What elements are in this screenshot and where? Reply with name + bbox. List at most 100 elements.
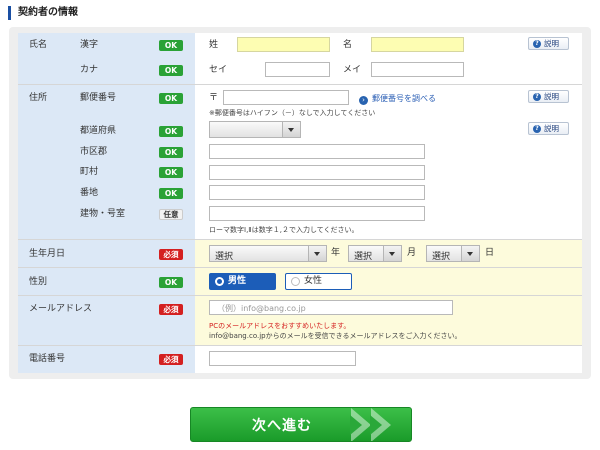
postal-status-badge: OK bbox=[159, 93, 183, 104]
kana-label: カナ bbox=[80, 65, 99, 75]
banchi-label: 番地 bbox=[80, 188, 99, 198]
section-title: 契約者の情報 bbox=[8, 6, 78, 20]
phone-input-cell bbox=[195, 346, 582, 373]
gender-status-badge: OK bbox=[159, 277, 183, 288]
row-address: 住所 郵便番号 OK 都道府県 OK 市区郡 OK 町村 OK 番地 OK 建物… bbox=[18, 85, 582, 240]
gender-label: 性別 bbox=[29, 277, 48, 287]
banchi-input[interactable] bbox=[209, 185, 425, 200]
month-suffix: 月 bbox=[407, 248, 417, 258]
birth-month-select[interactable]: 選択 bbox=[348, 245, 402, 262]
city-label: 市区郡 bbox=[80, 147, 108, 157]
sei-prefix: 姓 bbox=[209, 40, 219, 50]
question-circle-icon: ? bbox=[533, 125, 541, 133]
town-label: 町村 bbox=[80, 167, 99, 177]
row-gender: 性別 OK 男性 女性 bbox=[18, 268, 582, 296]
sei-kana-input[interactable] bbox=[265, 62, 330, 77]
phone-status-badge: 必須 bbox=[159, 354, 183, 365]
year-suffix: 年 bbox=[331, 248, 341, 258]
help-label: 説明 bbox=[544, 92, 559, 101]
gender-input-cell: 男性 女性 bbox=[195, 268, 582, 295]
gender-male-label: 男性 bbox=[228, 276, 247, 286]
postal-help-button[interactable]: ? 説明 bbox=[528, 90, 569, 103]
birth-month-value: 選択 bbox=[354, 252, 373, 262]
email-label: メールアドレス bbox=[29, 304, 93, 314]
birthdate-input-cell: 選択 年 選択 月 選択 日 bbox=[195, 240, 582, 267]
next-button[interactable]: 次へ進む bbox=[190, 407, 412, 442]
arrow-circle-icon: › bbox=[359, 96, 368, 105]
next-button-label: 次へ進む bbox=[252, 418, 312, 434]
city-input[interactable] bbox=[209, 144, 425, 159]
building-input[interactable] bbox=[209, 206, 425, 221]
email-input-cell: （例）info@bang.co.jp PCのメールアドレスをおすすめいたします。… bbox=[195, 296, 582, 345]
building-status-badge: 任意 bbox=[159, 209, 183, 220]
sei-kanji-input[interactable] bbox=[237, 37, 330, 52]
row-email: メールアドレス 必須 （例）info@bang.co.jp PCのメールアドレス… bbox=[18, 296, 582, 346]
birth-year-select[interactable]: 選択 bbox=[209, 245, 327, 262]
postal-lookup-label: 郵便番号を調べる bbox=[372, 94, 436, 103]
prefecture-status-badge: OK bbox=[159, 126, 183, 137]
birthdate-label: 生年月日 bbox=[29, 249, 66, 259]
name-label: 氏名 bbox=[29, 40, 48, 50]
chevron-down-icon bbox=[383, 246, 401, 261]
row-phone: 電話番号 必須 bbox=[18, 346, 582, 373]
mei-prefix: 名 bbox=[343, 40, 353, 50]
gender-male-radio[interactable]: 男性 bbox=[209, 273, 276, 290]
help-label: 説明 bbox=[544, 124, 559, 133]
address-input-cell: 〒 › 郵便番号を調べる ? 説明 ※郵便番号はハイフン（－）なしで入力してくださ… bbox=[195, 85, 582, 239]
prefecture-select[interactable] bbox=[209, 121, 301, 138]
town-input[interactable] bbox=[209, 165, 425, 180]
birth-day-value: 選択 bbox=[432, 252, 451, 262]
building-label: 建物・号室 bbox=[80, 209, 126, 219]
radio-unselected-icon bbox=[291, 277, 300, 286]
phone-label-cell: 電話番号 必須 bbox=[18, 346, 195, 373]
kanji-label: 漢字 bbox=[80, 40, 99, 50]
email-input[interactable]: （例）info@bang.co.jp bbox=[209, 300, 453, 315]
birth-year-value: 選択 bbox=[215, 252, 234, 262]
mei-kana-prefix: メイ bbox=[343, 65, 362, 75]
city-status-badge: OK bbox=[159, 147, 183, 158]
question-circle-icon: ? bbox=[533, 93, 541, 101]
contractor-form-panel: 氏名 漢字 OK カナ OK 姓 名 ? 説明 セイ メイ 住所 郵便番号 OK bbox=[9, 27, 591, 379]
postal-code-input[interactable] bbox=[223, 90, 349, 105]
postal-lookup-link[interactable]: › 郵便番号を調べる bbox=[359, 93, 436, 105]
kana-status-badge: OK bbox=[159, 65, 183, 76]
row-birthdate: 生年月日 必須 選択 年 選択 月 選択 日 bbox=[18, 240, 582, 268]
postal-note: ※郵便番号はハイフン（－）なしで入力してください bbox=[209, 109, 376, 117]
help-label: 説明 bbox=[544, 39, 559, 48]
kanji-status-badge: OK bbox=[159, 40, 183, 51]
email-note-receive: info@bang.co.jpからのメールを受信できるメールアドレスをご入力くだ… bbox=[209, 332, 462, 340]
birthdate-status-badge: 必須 bbox=[159, 249, 183, 260]
email-label-cell: メールアドレス 必須 bbox=[18, 296, 195, 345]
gender-label-cell: 性別 OK bbox=[18, 268, 195, 295]
gender-female-radio[interactable]: 女性 bbox=[285, 273, 352, 290]
prefecture-help-button[interactable]: ? 説明 bbox=[528, 122, 569, 135]
email-status-badge: 必須 bbox=[159, 304, 183, 315]
address-note: ローマ数字Ⅰ,Ⅱは数字１,２で入力してください。 bbox=[209, 226, 359, 234]
postal-prefix: 〒 bbox=[209, 93, 219, 103]
phone-input[interactable] bbox=[209, 351, 356, 366]
address-label: 住所 bbox=[29, 93, 48, 103]
banchi-status-badge: OK bbox=[159, 188, 183, 199]
sei-kana-prefix: セイ bbox=[209, 65, 228, 75]
name-input-cell: 姓 名 ? 説明 セイ メイ bbox=[195, 33, 582, 84]
gender-female-label: 女性 bbox=[304, 276, 323, 286]
chevron-down-icon bbox=[308, 246, 326, 261]
row-name: 氏名 漢字 OK カナ OK 姓 名 ? 説明 セイ メイ bbox=[18, 33, 582, 85]
double-chevron-right-icon bbox=[350, 408, 371, 441]
radio-selected-icon bbox=[215, 277, 224, 286]
name-help-button[interactable]: ? 説明 bbox=[528, 37, 569, 50]
mei-kana-input[interactable] bbox=[371, 62, 464, 77]
question-circle-icon: ? bbox=[533, 40, 541, 48]
birth-day-select[interactable]: 選択 bbox=[426, 245, 480, 262]
address-label-cell: 住所 郵便番号 OK 都道府県 OK 市区郡 OK 町村 OK 番地 OK 建物… bbox=[18, 85, 195, 239]
double-chevron-right-icon bbox=[370, 408, 391, 441]
birthdate-label-cell: 生年月日 必須 bbox=[18, 240, 195, 267]
chevron-down-icon bbox=[282, 122, 300, 137]
prefecture-label: 都道府県 bbox=[80, 126, 117, 136]
chevron-down-icon bbox=[461, 246, 479, 261]
email-placeholder: （例）info@bang.co.jp bbox=[217, 304, 306, 313]
phone-label: 電話番号 bbox=[29, 354, 66, 364]
name-label-cell: 氏名 漢字 OK カナ OK bbox=[18, 33, 195, 84]
mei-kanji-input[interactable] bbox=[371, 37, 464, 52]
town-status-badge: OK bbox=[159, 167, 183, 178]
